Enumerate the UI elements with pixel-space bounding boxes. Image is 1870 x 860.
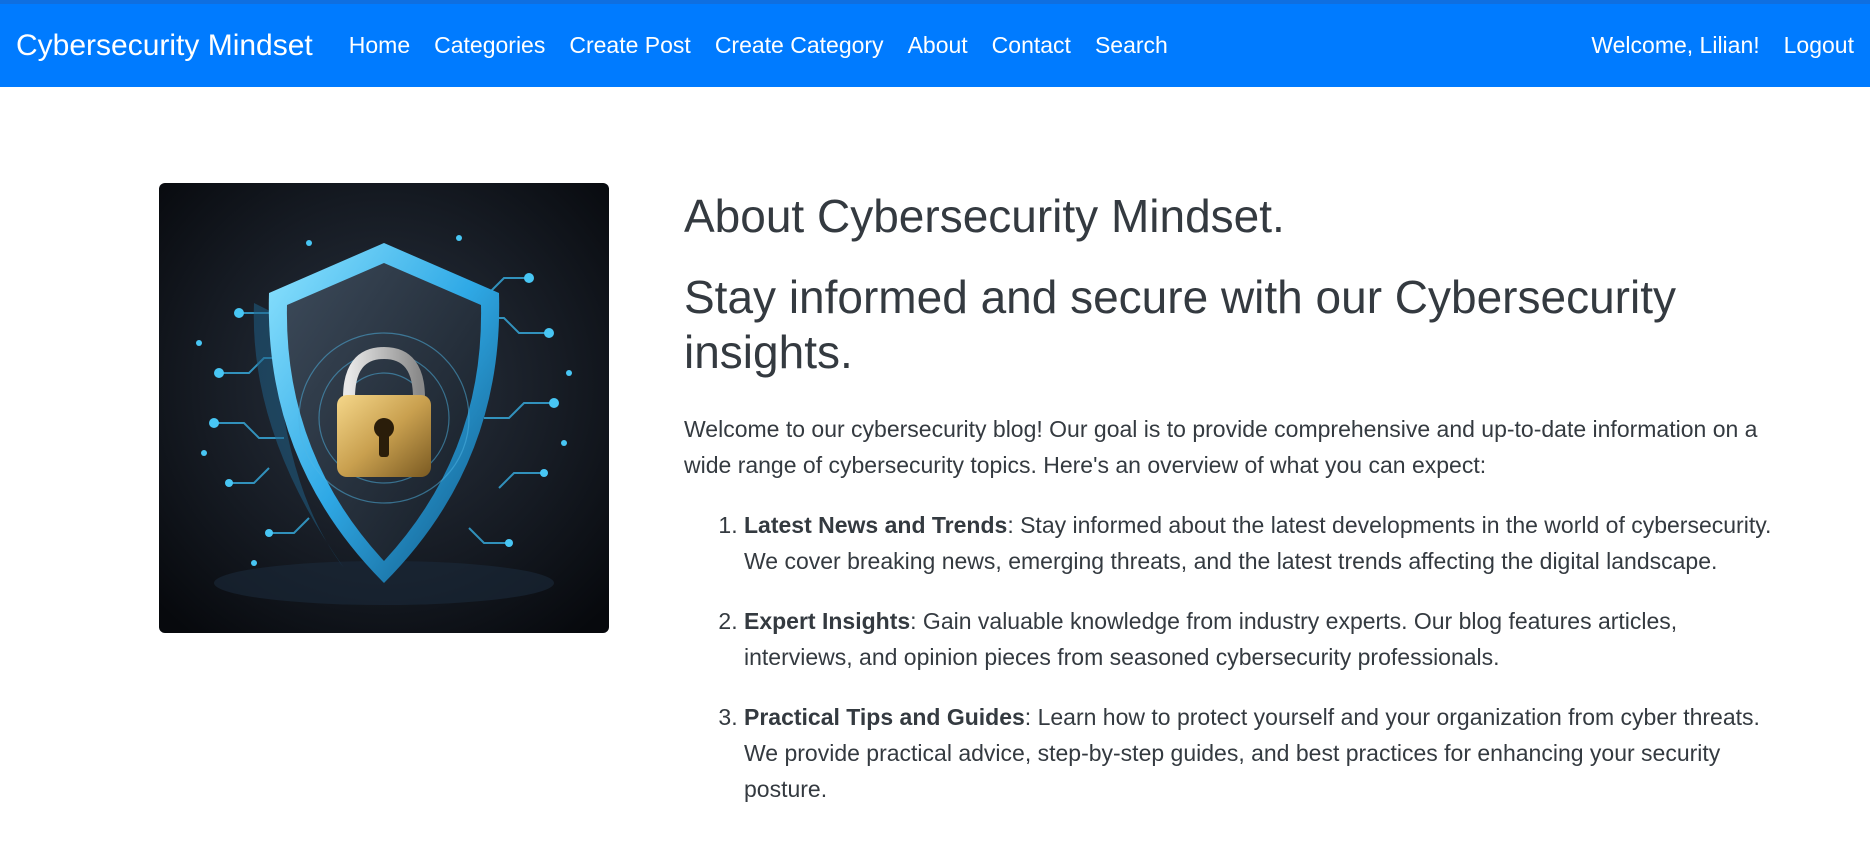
nav-user-area: Welcome, Lilian! Logout xyxy=(1591,32,1854,59)
list-item-heading: Latest News and Trends xyxy=(744,511,1008,538)
main-content: About Cybersecurity Mindset. Stay inform… xyxy=(0,87,1870,860)
nav-links: Home Categories Create Post Create Categ… xyxy=(349,32,1168,59)
nav-about-link[interactable]: About xyxy=(908,32,968,59)
nav-home-link[interactable]: Home xyxy=(349,32,410,59)
page-title: About Cybersecurity Mindset. xyxy=(684,190,1285,242)
navbar: Cybersecurity Mindset Home Categories Cr… xyxy=(0,4,1870,87)
list-item-heading: Expert Insights xyxy=(744,607,911,634)
list-item: Expert Insights: Gain valuable knowledge… xyxy=(744,603,1784,675)
intro-paragraph: Welcome to our cybersecurity blog! Our g… xyxy=(684,415,1758,478)
nav-create-category-link[interactable]: Create Category xyxy=(715,32,884,59)
nav-contact-link[interactable]: Contact xyxy=(992,32,1071,59)
welcome-user-link[interactable]: Welcome, Lilian! xyxy=(1591,32,1759,59)
cyber-shield-padlock-image xyxy=(159,183,609,633)
logout-link[interactable]: Logout xyxy=(1784,32,1854,59)
nav-create-post-link[interactable]: Create Post xyxy=(569,32,690,59)
features-list: Latest News and Trends: Stay informed ab… xyxy=(684,507,1784,807)
list-item: Latest News and Trends: Stay informed ab… xyxy=(744,507,1784,579)
page-subtitle: Stay informed and secure with our Cybers… xyxy=(684,271,1676,379)
nav-search-link[interactable]: Search xyxy=(1095,32,1168,59)
nav-categories-link[interactable]: Categories xyxy=(434,32,545,59)
list-item: Practical Tips and Guides: Learn how to … xyxy=(744,699,1784,807)
brand-link[interactable]: Cybersecurity Mindset xyxy=(16,29,313,63)
list-item-heading: Practical Tips and Guides xyxy=(744,703,1025,730)
about-text-column: About Cybersecurity Mindset. Stay inform… xyxy=(684,189,1784,831)
